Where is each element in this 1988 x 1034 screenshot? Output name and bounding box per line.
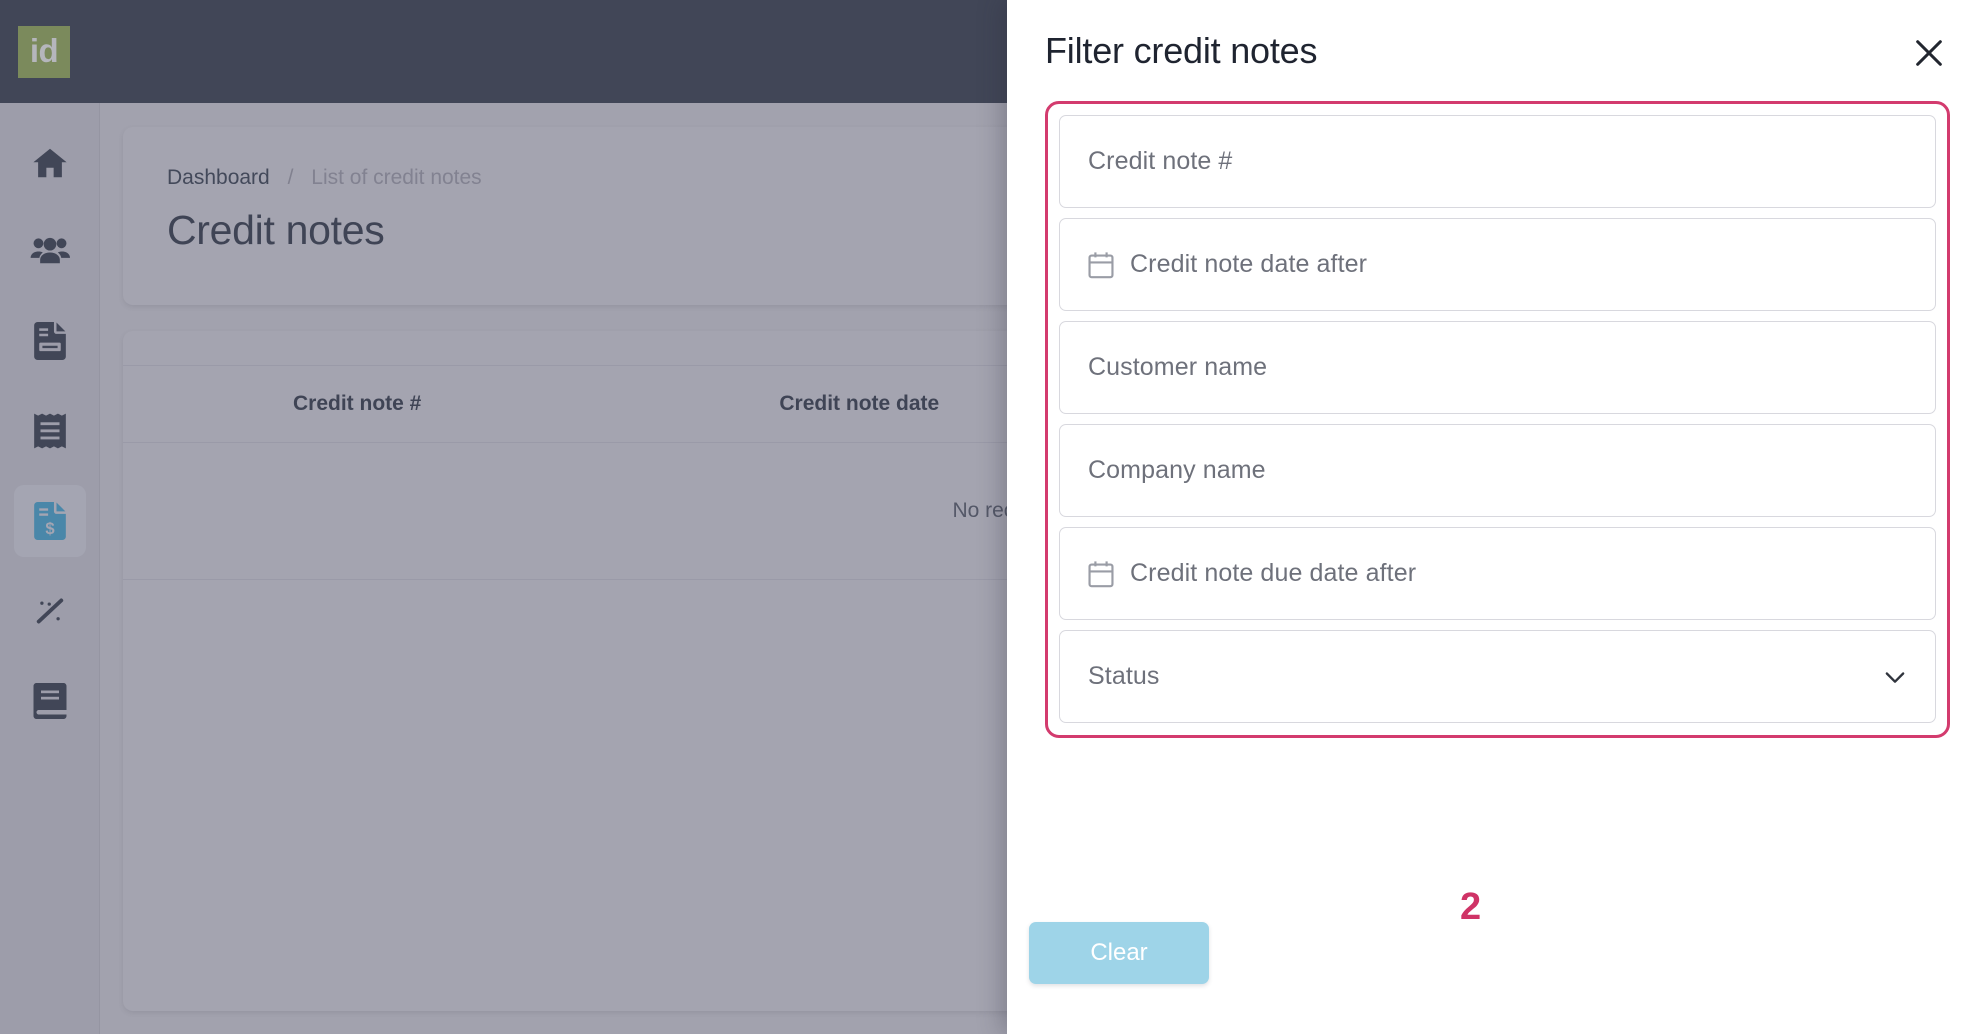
chevron-down-icon[interactable] xyxy=(1881,663,1909,691)
credit-note-date-after-field[interactable]: Credit note date after xyxy=(1059,218,1936,311)
credit-note-due-date-after-placeholder: Credit note due date after xyxy=(1130,559,1417,587)
credit-note-due-date-after-field[interactable]: Credit note due date after xyxy=(1059,527,1936,620)
screen: id $ Dashboard / List of credit notes Cr… xyxy=(0,0,1988,1034)
company-name-field[interactable]: Company name xyxy=(1059,424,1936,517)
filter-drawer-header: Filter credit notes xyxy=(1045,0,1950,101)
customer-name-placeholder: Customer name xyxy=(1088,353,1268,381)
clear-filters-button[interactable]: Clear xyxy=(1029,922,1209,984)
credit-note-number-field[interactable]: Credit note # xyxy=(1059,115,1936,208)
filter-fields-highlight: Credit note # Credit note date after Cus… xyxy=(1045,101,1950,738)
calendar-icon xyxy=(1088,251,1114,279)
company-name-placeholder: Company name xyxy=(1088,456,1266,484)
credit-note-date-after-placeholder: Credit note date after xyxy=(1130,250,1368,278)
filter-drawer-title: Filter credit notes xyxy=(1045,29,1318,71)
credit-note-number-placeholder: Credit note # xyxy=(1088,147,1233,175)
filter-drawer: Filter credit notes Credit note # Credit… xyxy=(1007,0,1988,1034)
status-select-placeholder: Status xyxy=(1088,662,1160,690)
customer-name-field[interactable]: Customer name xyxy=(1059,321,1936,414)
calendar-icon xyxy=(1088,560,1114,588)
close-icon[interactable] xyxy=(1908,32,1950,74)
step-annotation-2: 2 xyxy=(1460,886,1482,928)
status-select-field[interactable]: Status xyxy=(1059,630,1936,723)
